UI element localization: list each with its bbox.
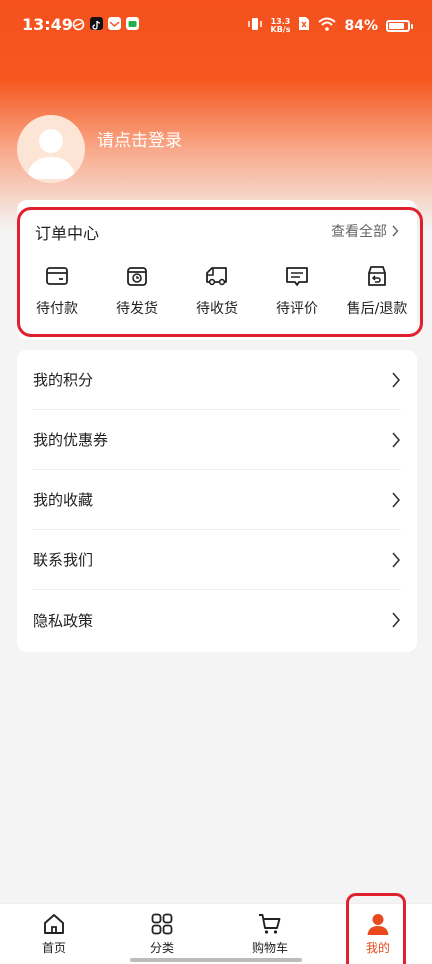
wallet-icon xyxy=(46,267,68,285)
chevron-right-icon xyxy=(392,612,401,628)
cart-icon xyxy=(259,914,281,934)
truck-icon xyxy=(206,267,227,286)
tab-category[interactable]: 分类 xyxy=(108,904,216,964)
battery-icon xyxy=(386,19,413,32)
status-right: 13.3 KB/s 84% xyxy=(247,16,413,35)
comment-icon xyxy=(286,267,308,286)
no-sim-icon xyxy=(298,16,310,35)
order-pending-review[interactable]: 待评价 xyxy=(257,264,337,318)
package-clock-icon xyxy=(127,267,147,286)
weibo-icon xyxy=(72,17,85,31)
battery-level xyxy=(389,22,404,29)
menu-item-coupons[interactable]: 我的优惠券 xyxy=(33,410,401,470)
menu-item-contact-us[interactable]: 联系我们 xyxy=(33,530,401,590)
category-grid-icon xyxy=(151,913,173,935)
user-icon xyxy=(367,914,389,935)
wifi-icon xyxy=(318,17,337,35)
tab-cart[interactable]: 购物车 xyxy=(216,904,324,964)
tiktok-icon xyxy=(90,17,103,30)
menu-item-points[interactable]: 我的积分 xyxy=(33,350,401,410)
order-pending-shipment[interactable]: 待发货 xyxy=(97,264,177,318)
status-bar: 13:49 13.3 KB/s 84% xyxy=(0,0,432,50)
order-pending-receipt[interactable]: 待收货 xyxy=(177,264,257,318)
chevron-right-icon xyxy=(392,491,401,508)
bottom-tab-bar: 首页 分类 购物车 我的 xyxy=(0,903,432,964)
battery-percent: 84% xyxy=(344,17,378,34)
home-icon xyxy=(44,914,64,934)
status-time: 13:49 xyxy=(22,15,73,34)
menu-item-favorites[interactable]: 我的收藏 xyxy=(33,470,401,530)
mail-icon xyxy=(108,17,121,30)
refund-box-icon xyxy=(368,266,386,286)
vibrate-icon xyxy=(247,17,263,35)
order-status-row: 待付款 待发货 待收货 待评价 售后/退款 xyxy=(17,264,417,318)
chevron-right-icon xyxy=(392,225,399,237)
chevron-right-icon xyxy=(392,371,401,388)
net-speed: 13.3 KB/s xyxy=(270,16,291,34)
view-all-orders-link[interactable]: 查看全部 xyxy=(331,221,399,241)
default-avatar-icon xyxy=(27,129,75,179)
tab-mine[interactable]: 我的 xyxy=(324,904,432,964)
wechat-icon xyxy=(126,17,139,30)
account-menu: 我的积分 我的优惠券 我的收藏 联系我们 隐私政策 xyxy=(17,350,417,652)
chevron-right-icon xyxy=(392,551,401,568)
menu-item-privacy-policy[interactable]: 隐私政策 xyxy=(33,590,401,650)
status-app-icons xyxy=(72,17,139,31)
order-after-sales-refund[interactable]: 售后/退款 xyxy=(337,264,417,318)
chevron-right-icon xyxy=(392,431,401,448)
login-prompt[interactable]: 请点击登录 xyxy=(97,126,182,151)
avatar[interactable] xyxy=(17,115,85,183)
order-pending-payment[interactable]: 待付款 xyxy=(17,264,97,318)
order-center-card: 订单中心 查看全部 待付款 待发货 待收货 待评价 售后/退款 xyxy=(17,200,417,340)
home-indicator xyxy=(130,958,302,962)
order-center-title: 订单中心 xyxy=(35,224,100,243)
tab-home[interactable]: 首页 xyxy=(0,904,108,964)
